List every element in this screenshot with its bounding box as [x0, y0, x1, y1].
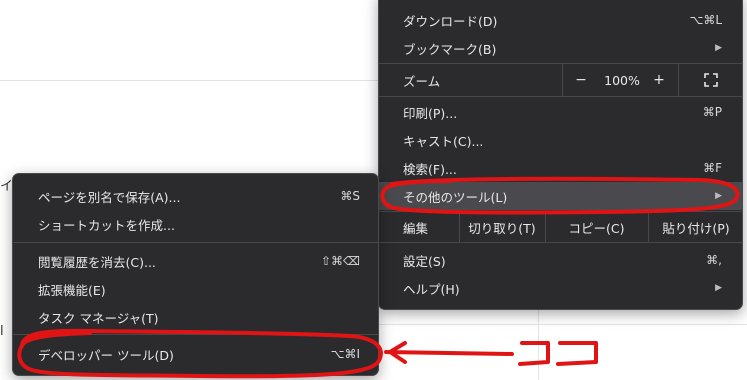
menu-separator	[379, 96, 742, 97]
menu-item-label: 検索(F)...	[403, 161, 457, 177]
menu-item-create-shortcut[interactable]: ショートカットを作成...	[13, 210, 378, 238]
menu-item-label: ダウンロード(D)	[403, 13, 498, 29]
shortcut-label: ⌘P	[702, 105, 722, 119]
menu-separator	[13, 334, 378, 335]
zoom-divider	[678, 64, 679, 96]
zoom-in-button[interactable]: +	[653, 64, 665, 96]
menu-item-bookmarks[interactable]: ブックマーク(B) ▶	[379, 34, 742, 62]
menu-item-label: 閲覧履歴を消去(C)...	[38, 254, 156, 270]
page-divider	[538, 310, 539, 380]
submenu-arrow-icon: ▶	[715, 43, 722, 53]
menu-item-developer-tools[interactable]: デベロッパー ツール(D) ⌥⌘I	[13, 340, 378, 368]
zoom-divider	[562, 64, 563, 96]
menu-item-label: デベロッパー ツール(D)	[38, 347, 174, 363]
menu-item-label: ヘルプ(H)	[403, 281, 460, 297]
copy-button[interactable]: コピー(C)	[545, 212, 648, 242]
shortcut-label: ⌘,	[706, 253, 722, 267]
chrome-main-menu: ダウンロード(D) ⌥⌘L ブックマーク(B) ▶ ズーム − 100% + 印…	[378, 0, 743, 310]
menu-item-label: キャスト(C)...	[403, 133, 484, 149]
more-tools-submenu: ページを別名で保存(A)... ⌘S ショートカットを作成... 閲覧履歴を消去…	[12, 173, 379, 376]
submenu-arrow-icon: ▶	[715, 283, 722, 293]
zoom-out-button[interactable]: −	[575, 64, 587, 96]
menu-item-label: タスク マネージャ(T)	[38, 310, 159, 326]
menu-separator	[13, 242, 378, 243]
shortcut-label: ⌥⌘I	[330, 347, 360, 361]
shortcut-label: ⌘F	[703, 161, 722, 175]
zoom-label: ズーム	[403, 73, 441, 89]
edit-row: 編集 切り取り(T) コピー(C) 貼り付け(P)	[379, 212, 742, 242]
menu-item-label: 拡張機能(E)	[38, 282, 106, 298]
zoom-row: ズーム − 100% +	[379, 64, 742, 96]
shortcut-label: ⌥⌘L	[689, 13, 722, 27]
menu-item-label: その他のツール(L)	[403, 189, 508, 205]
page-text-fragment: l	[0, 324, 4, 339]
menu-item-downloads[interactable]: ダウンロード(D) ⌥⌘L	[379, 6, 742, 34]
menu-item-label: ブックマーク(B)	[403, 41, 497, 57]
menu-item-settings[interactable]: 設定(S) ⌘,	[379, 246, 742, 274]
menu-item-more-tools[interactable]: その他のツール(L) ▶	[379, 182, 742, 210]
menu-separator	[379, 242, 742, 243]
cut-button[interactable]: 切り取り(T)	[459, 212, 545, 242]
submenu-arrow-icon: ▶	[715, 191, 722, 201]
menu-item-search[interactable]: 検索(F)... ⌘F	[379, 154, 742, 182]
page-divider	[0, 80, 378, 81]
menu-item-extensions[interactable]: 拡張機能(E)	[13, 275, 378, 303]
paste-button[interactable]: 貼り付け(P)	[648, 212, 744, 242]
menu-item-print[interactable]: 印刷(P)... ⌘P	[379, 98, 742, 126]
shortcut-label: ⌘S	[340, 189, 360, 203]
menu-item-label: 印刷(P)...	[403, 105, 458, 121]
menu-item-label: ページを別名で保存(A)...	[38, 189, 181, 205]
menu-item-clear-history[interactable]: 閲覧履歴を消去(C)... ⇧⌘⌫	[13, 247, 378, 275]
page-divider	[379, 324, 747, 325]
menu-item-save-page[interactable]: ページを別名で保存(A)... ⌘S	[13, 182, 378, 210]
edit-label: 編集	[403, 220, 429, 236]
menu-item-label: 設定(S)	[403, 253, 446, 269]
menu-item-help[interactable]: ヘルプ(H) ▶	[379, 274, 742, 302]
menu-item-cast[interactable]: キャスト(C)...	[379, 126, 742, 154]
menu-item-label: ショートカットを作成...	[38, 217, 175, 233]
zoom-level: 100%	[604, 72, 640, 88]
menu-item-task-manager[interactable]: タスク マネージャ(T)	[13, 303, 378, 331]
fullscreen-icon[interactable]	[704, 73, 718, 87]
shortcut-label: ⇧⌘⌫	[320, 254, 360, 268]
